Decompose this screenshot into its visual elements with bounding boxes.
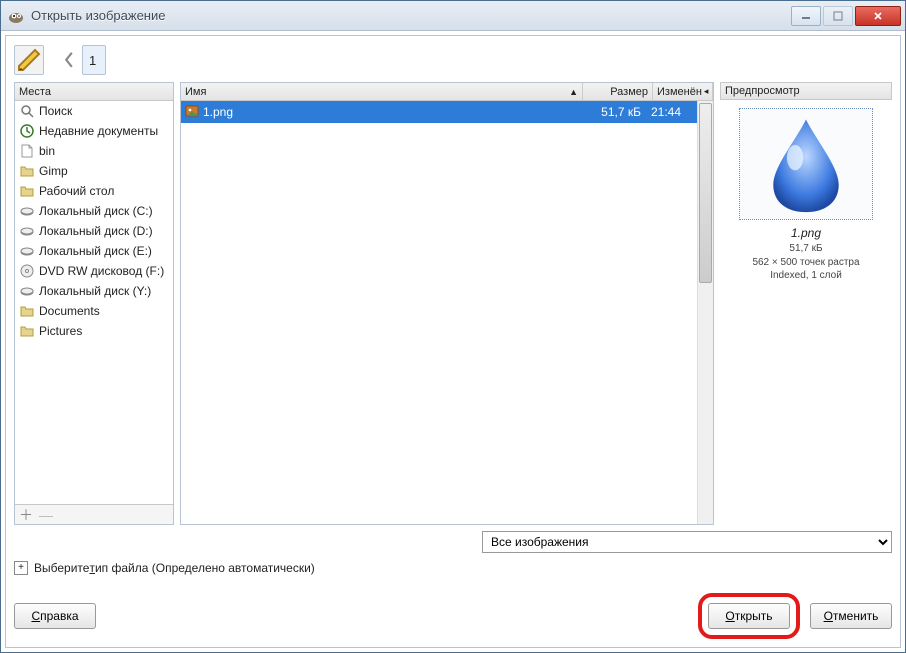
file-list-panel: Имя▲ Размер Изменён◂ 1.png 51,7 кБ21:44: [180, 82, 714, 525]
places-item-label: bin: [39, 144, 55, 158]
places-item[interactable]: Недавние документы: [15, 121, 173, 141]
places-item[interactable]: Pictures: [15, 321, 173, 341]
places-item-label: Pictures: [39, 324, 82, 338]
column-modified[interactable]: Изменён◂: [653, 83, 713, 100]
places-panel: Места Поиск Недавние документы bin Gimp Рабо…: [14, 82, 174, 525]
open-button[interactable]: Открыть: [708, 603, 790, 629]
folder-icon: [19, 183, 35, 199]
preview-filename: 1.png: [791, 226, 821, 240]
places-item[interactable]: Локальный диск (D:): [15, 221, 173, 241]
places-item-label: Поиск: [39, 104, 72, 118]
places-item-label: Documents: [39, 304, 100, 318]
breadcrumb-segment[interactable]: 1: [82, 45, 106, 75]
places-list: Поиск Недавние документы bin Gimp Рабочий ст…: [15, 101, 173, 504]
remove-bookmark-button[interactable]: —: [39, 507, 53, 523]
window-maximize-button[interactable]: [823, 6, 853, 26]
places-item[interactable]: Documents: [15, 301, 173, 321]
recent-icon: [19, 123, 35, 139]
folder-icon: [19, 303, 35, 319]
drive-icon: [19, 223, 35, 239]
places-item[interactable]: Локальный диск (E:): [15, 241, 173, 261]
path-back-chevron-icon[interactable]: [62, 45, 76, 75]
places-header: Места: [15, 83, 173, 101]
column-size[interactable]: Размер: [583, 83, 653, 100]
places-item[interactable]: Gimp: [15, 161, 173, 181]
dvd-icon: [19, 263, 35, 279]
open-image-dialog: Открыть изображение 1 Места Поиск Недавни…: [0, 0, 906, 653]
places-item-label: Локальный диск (E:): [39, 244, 152, 258]
image-file-icon: [185, 104, 199, 121]
places-item-label: DVD RW дисковод (F:): [39, 264, 164, 278]
edit-path-button[interactable]: [14, 45, 44, 75]
places-item[interactable]: Локальный диск (C:): [15, 201, 173, 221]
file-icon: [19, 143, 35, 159]
expand-plus-icon: +: [14, 561, 28, 575]
places-item-label: Рабочий стол: [39, 184, 114, 198]
drive-icon: [19, 243, 35, 259]
preview-thumbnail[interactable]: [739, 108, 873, 220]
places-item-label: Недавние документы: [39, 124, 158, 138]
window-title: Открыть изображение: [31, 8, 789, 23]
preview-header: Предпросмотр: [720, 82, 892, 100]
window-close-button[interactable]: [855, 6, 901, 26]
folder-icon: [19, 163, 35, 179]
places-item-label: Gimp: [39, 164, 68, 178]
open-button-highlight: Открыть: [698, 593, 800, 639]
places-item-label: Локальный диск (D:): [39, 224, 153, 238]
file-type-filter-select[interactable]: Все изображения: [482, 531, 892, 553]
places-item[interactable]: Рабочий стол: [15, 181, 173, 201]
window-minimize-button[interactable]: [791, 6, 821, 26]
file-size: 51,7 кБ: [577, 105, 647, 119]
file-row[interactable]: 1.png 51,7 кБ21:44: [181, 101, 697, 123]
help-button[interactable]: Справка: [14, 603, 96, 629]
titlebar[interactable]: Открыть изображение: [1, 1, 905, 31]
places-item-label: Локальный диск (Y:): [39, 284, 151, 298]
column-name[interactable]: Имя▲: [181, 83, 583, 100]
file-modified: 21:44: [647, 105, 697, 119]
search-icon: [19, 103, 35, 119]
dialog-content: 1 Места Поиск Недавние документы bin Gimp Ра…: [5, 35, 901, 648]
cancel-button[interactable]: Отменить: [810, 603, 892, 629]
file-rows: 1.png 51,7 кБ21:44: [181, 101, 697, 524]
drive-icon: [19, 203, 35, 219]
places-item[interactable]: bin: [15, 141, 173, 161]
file-name: 1.png: [203, 105, 233, 119]
add-bookmark-button[interactable]: ＋: [19, 505, 33, 525]
file-list-scrollbar[interactable]: [697, 101, 713, 524]
preview-meta: 51,7 кБ 562 × 500 точек растра Indexed, …: [752, 242, 859, 283]
drive-icon: [19, 283, 35, 299]
places-item[interactable]: Поиск: [15, 101, 173, 121]
filetype-expander[interactable]: + Выберите тип файла (Определено автомат…: [14, 561, 892, 575]
folder-icon: [19, 323, 35, 339]
places-item-label: Локальный диск (C:): [39, 204, 153, 218]
places-item[interactable]: Локальный диск (Y:): [15, 281, 173, 301]
preview-panel: Предпросмотр: [720, 82, 892, 525]
gimp-app-icon: [7, 7, 25, 25]
file-columns-header: Имя▲ Размер Изменён◂: [181, 83, 713, 101]
places-item[interactable]: DVD RW дисковод (F:): [15, 261, 173, 281]
